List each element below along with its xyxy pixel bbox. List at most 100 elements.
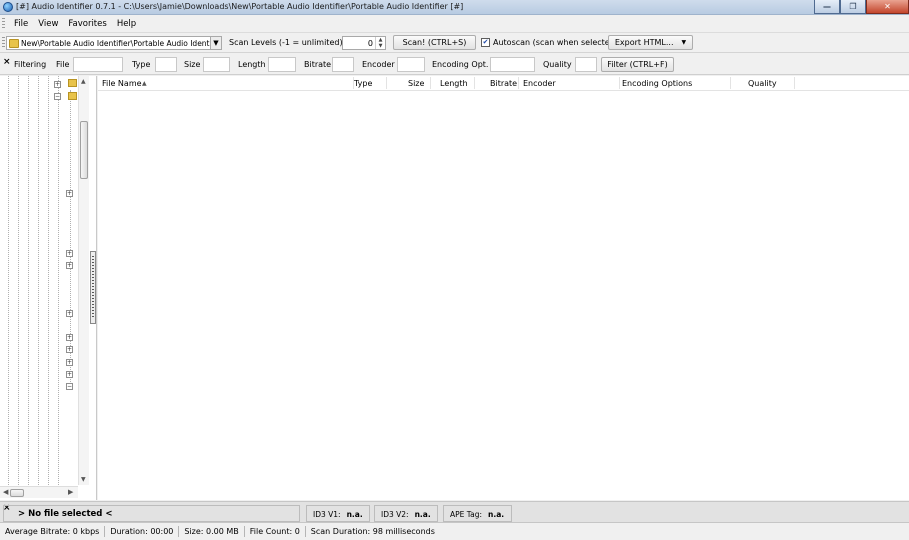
scan-button[interactable]: Scan! (CTRL+S)	[393, 35, 476, 50]
autoscan-label[interactable]: Autoscan (scan when selected)	[493, 38, 618, 47]
tree-expand-icon[interactable]: +	[66, 262, 73, 269]
column-quality[interactable]: Quality	[748, 79, 777, 88]
ape-tag-value: n.a.	[488, 510, 505, 519]
column-separator[interactable]	[430, 77, 431, 89]
tag-info-bar: × > No file selected < ID3 V1: n.a. ID3 V…	[0, 501, 909, 523]
tree-guide-line	[8, 76, 9, 485]
chevron-down-icon[interactable]: ▼	[210, 37, 221, 49]
scroll-thumb[interactable]	[10, 489, 24, 497]
tree-guide-line	[70, 90, 71, 390]
filter-file-input[interactable]	[73, 57, 123, 72]
column-length[interactable]: Length	[440, 79, 468, 88]
column-encoder[interactable]: Encoder	[523, 79, 556, 88]
filter-bitrate-input[interactable]	[332, 57, 354, 72]
column-bitrate[interactable]: Bitrate	[490, 79, 517, 88]
splitter-grip	[92, 256, 94, 318]
path-combobox[interactable]: New\Portable Audio Identifier\Portable A…	[6, 36, 222, 50]
stepper-arrows-icon[interactable]: ▲ ▼	[375, 37, 385, 49]
column-separator[interactable]	[619, 77, 620, 89]
tree-vertical-scrollbar[interactable]: ▲ ▼	[78, 76, 89, 485]
status-file-count: File Count: 0	[245, 526, 306, 537]
file-list[interactable]: File Name ▲ Type Size Length Bitrate Enc…	[98, 76, 909, 500]
scroll-thumb[interactable]	[80, 121, 88, 179]
column-separator[interactable]	[474, 77, 475, 89]
tree-expand-icon[interactable]: +	[66, 346, 73, 353]
ape-tag-status: APE Tag: n.a.	[443, 505, 512, 522]
filter-length-input[interactable]	[268, 57, 296, 72]
id3v2-status: ID3 V2: n.a.	[374, 505, 438, 522]
folder-tree[interactable]: + − + + + + + + + + − ▲ ▼ ◀ ▶	[0, 76, 97, 500]
tree-horizontal-scrollbar[interactable]: ◀ ▶	[0, 486, 78, 498]
filter-encoder-label: Encoder	[362, 60, 395, 69]
filter-close-button[interactable]: ×	[3, 57, 11, 67]
toolbar-grip[interactable]	[2, 37, 5, 49]
status-duration: Duration: 00:00	[105, 526, 180, 537]
filter-button[interactable]: Filter (CTRL+F)	[601, 57, 674, 72]
filter-file-label: File	[56, 60, 70, 69]
tree-guide-line	[58, 76, 59, 485]
maximize-button[interactable]: ❐	[840, 0, 866, 14]
scan-levels-stepper[interactable]: 0 ▲ ▼	[342, 36, 386, 50]
minimize-button[interactable]: —	[814, 0, 840, 14]
sort-ascending-icon: ▲	[142, 80, 147, 87]
export-html-button[interactable]: Export HTML... ▼	[608, 35, 693, 50]
id3v1-value: n.a.	[346, 510, 363, 519]
filter-size-input[interactable]	[203, 57, 230, 72]
column-separator[interactable]	[518, 77, 519, 89]
scroll-right-icon[interactable]: ▶	[68, 488, 73, 496]
filter-bar: × Filtering File Type Size Length Bitrat…	[0, 54, 909, 75]
restore-icon: ❐	[849, 2, 857, 11]
filter-encoder-input[interactable]	[397, 57, 425, 72]
id3v2-label: ID3 V2:	[381, 510, 409, 519]
menu-favorites[interactable]: Favorites	[63, 19, 111, 29]
filter-type-input[interactable]	[155, 57, 177, 72]
filter-quality-input[interactable]	[575, 57, 597, 72]
column-size[interactable]: Size	[408, 79, 424, 88]
filter-encoding-opt-input[interactable]	[490, 57, 535, 72]
tree-expand-icon[interactable]: +	[66, 334, 73, 341]
status-bar: Average Bitrate: 0 kbps Duration: 00:00 …	[0, 523, 909, 540]
tree-collapse-icon[interactable]: −	[54, 93, 61, 100]
tree-collapse-icon[interactable]: −	[66, 383, 73, 390]
menu-help[interactable]: Help	[112, 19, 141, 29]
column-type[interactable]: Type	[354, 79, 372, 88]
tree-expand-icon[interactable]: +	[66, 250, 73, 257]
scroll-down-icon[interactable]: ▼	[81, 476, 86, 483]
ape-tag-label: APE Tag:	[450, 510, 482, 519]
scroll-left-icon[interactable]: ◀	[3, 488, 8, 496]
path-value: New\Portable Audio Identifier\Portable A…	[21, 39, 213, 48]
column-separator[interactable]	[386, 77, 387, 89]
status-average-bitrate: Average Bitrate: 0 kbps	[0, 526, 106, 537]
filter-quality-label: Quality	[543, 60, 572, 69]
folder-icon	[68, 92, 77, 100]
menu-view[interactable]: View	[33, 19, 63, 29]
menu-grip[interactable]	[2, 17, 5, 30]
tree-expand-icon[interactable]: +	[66, 359, 73, 366]
autoscan-checkbox[interactable]: ✔	[481, 38, 490, 47]
scan-levels-label: Scan Levels (-1 = unlimited)	[229, 38, 343, 47]
title-bar: [#] Audio Identifier 0.7.1 - C:\Users\Ja…	[0, 0, 909, 15]
column-separator[interactable]	[730, 77, 731, 89]
close-button[interactable]: ✕	[866, 0, 909, 14]
tree-expand-icon[interactable]: +	[66, 310, 73, 317]
id3v1-status: ID3 V1: n.a.	[306, 505, 370, 522]
tree-expand-icon[interactable]: +	[54, 81, 61, 88]
tree-expand-icon[interactable]: +	[66, 190, 73, 197]
close-icon: ✕	[884, 2, 891, 11]
column-separator[interactable]	[794, 77, 795, 89]
pane-splitter[interactable]	[90, 251, 96, 324]
filter-title: Filtering	[14, 60, 47, 69]
window-title: [#] Audio Identifier 0.7.1 - C:\Users\Ja…	[16, 2, 464, 11]
scan-levels-value: 0	[367, 39, 373, 48]
export-html-label: Export HTML...	[614, 38, 674, 47]
selected-file-label: > No file selected <	[3, 505, 300, 522]
column-encoding-options[interactable]: Encoding Options	[622, 79, 692, 88]
menu-file[interactable]: File	[9, 19, 33, 29]
toolbar: New\Portable Audio Identifier\Portable A…	[0, 33, 909, 53]
tree-expand-icon[interactable]: +	[66, 371, 73, 378]
column-file-name[interactable]: File Name	[102, 79, 142, 88]
scroll-up-icon[interactable]: ▲	[81, 78, 86, 85]
app-icon[interactable]	[3, 2, 13, 12]
id3v2-value: n.a.	[414, 510, 431, 519]
tree-guide-line	[48, 76, 49, 485]
